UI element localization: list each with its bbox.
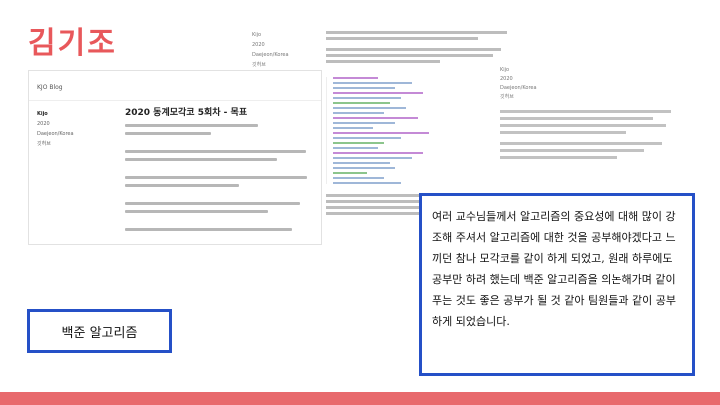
- description-text: 여러 교수님들께서 알고리즘의 중요성에 대해 많이 강조해 주셔서 알고리즘에…: [432, 210, 676, 328]
- side-meta: 2020: [500, 76, 513, 82]
- side-meta[interactable]: Daejeon/Korea: [500, 84, 680, 93]
- slide-title: 김기조: [28, 26, 117, 61]
- blog-sidebar: Kijo 2020 Daejeon/Korea 깃허브: [37, 109, 97, 149]
- meta-line[interactable]: 깃허브: [252, 60, 312, 70]
- meta-line[interactable]: Daejeon/Korea: [252, 50, 312, 60]
- blog-side-panel: Kijo 2020 Daejeon/Korea 깃허브: [500, 66, 680, 163]
- text-line: [125, 124, 258, 127]
- blog-meta: Kijo 2020 Daejeon/Korea 깃허브: [252, 30, 312, 70]
- text-line: [125, 184, 239, 187]
- blog-body: [326, 28, 516, 218]
- text-line: [125, 132, 211, 135]
- sidebar-line[interactable]: Daejeon/Korea: [37, 129, 97, 139]
- sidebar-line[interactable]: 깃허브: [37, 139, 97, 149]
- text-line: [125, 210, 268, 213]
- author-name: Kijo: [37, 111, 48, 117]
- algorithm-callout-text: 백준 알고리즘: [61, 325, 138, 341]
- code-block: [326, 77, 446, 184]
- description-callout-box: 여러 교수님들께서 알고리즘의 중요성에 대해 많이 강조해 주셔서 알고리즘에…: [419, 193, 695, 376]
- bottom-accent-bar: [0, 392, 720, 405]
- side-meta: Kijo: [500, 67, 510, 73]
- meta-line: 2020: [252, 42, 265, 48]
- meta-line: Kijo: [252, 32, 262, 38]
- side-meta[interactable]: 깃허브: [500, 93, 680, 102]
- sidebar-line: 2020: [37, 121, 50, 127]
- algorithm-callout-box: 백준 알고리즘: [27, 309, 172, 353]
